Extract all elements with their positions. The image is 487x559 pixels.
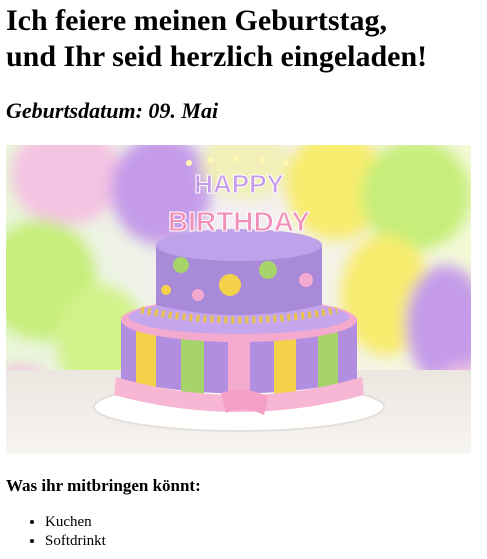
topper-line-1: HAPPY bbox=[194, 169, 284, 199]
list-item: Softdrinkt bbox=[45, 532, 106, 551]
birthday-cake-image: HAPPY BIRTHDAY bbox=[6, 145, 471, 454]
title-line-2: und Ihr seid herzlich eingeladen! bbox=[6, 40, 428, 73]
bring-list-title: Was ihr mitbringen könnt: bbox=[6, 476, 201, 495]
page-title: Ich feiere meinen Geburtstag, und Ihr se… bbox=[6, 3, 482, 75]
list-item: Kuchen bbox=[45, 513, 106, 532]
bring-list: Kuchen Softdrinkt bbox=[6, 513, 106, 551]
birthdate-heading: Geburtsdatum: 09. Mai bbox=[6, 98, 219, 123]
cake-top-tier bbox=[156, 229, 322, 315]
title-line-1: Ich feiere meinen Geburtstag, bbox=[6, 4, 388, 37]
topper-line-2: BIRTHDAY bbox=[168, 206, 310, 237]
